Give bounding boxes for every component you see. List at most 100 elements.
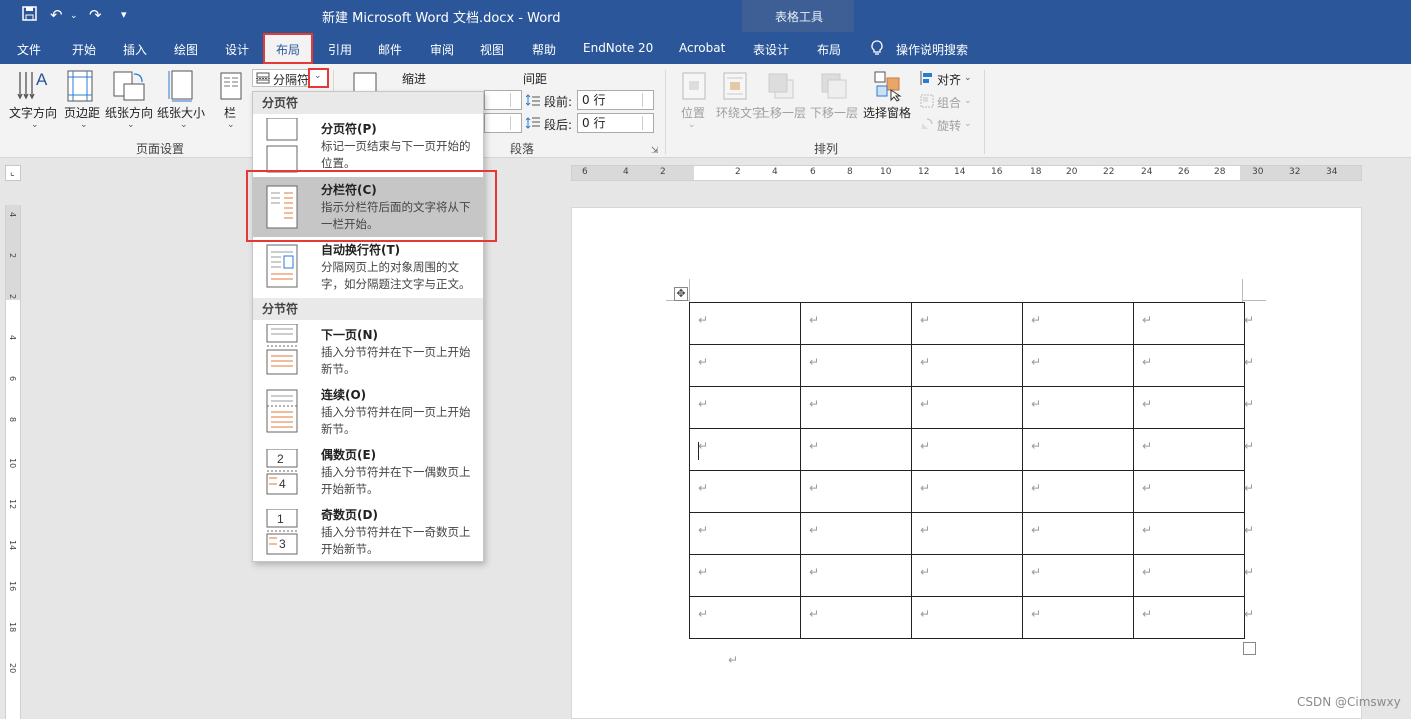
table-cell[interactable]: ↵ (911, 512, 1023, 555)
send-backward-button[interactable]: 下移一层 (810, 104, 858, 121)
next-page-desc: 插入分节符并在下一页上开始新节。 (321, 345, 471, 376)
table-cell[interactable]: ↵ (911, 344, 1023, 387)
margins-button[interactable]: 页边距 (64, 104, 100, 121)
table-cell[interactable]: ↵ (911, 428, 1023, 471)
tab-selector[interactable]: ⌞ (5, 165, 21, 181)
table-cell[interactable]: ↵ (1133, 344, 1245, 387)
orientation-button[interactable]: 纸张方向 (105, 104, 153, 121)
table-cell[interactable]: ↵ (800, 470, 912, 513)
position-button[interactable]: 位置 (681, 104, 705, 121)
table-cell[interactable]: ↵ (1022, 344, 1134, 387)
bring-forward-button[interactable]: 上移一层 (758, 104, 806, 121)
tell-me-search[interactable]: 操作说明搜索 (896, 41, 968, 58)
table-resize-handle[interactable] (1243, 642, 1256, 655)
table-cell[interactable]: ↵ (1022, 596, 1134, 639)
table-cell[interactable]: ↵ (1133, 428, 1245, 471)
text-wrapping-break-title[interactable]: 自动换行符(T) (321, 241, 400, 258)
table-cell[interactable]: ↵ (689, 386, 801, 429)
table-cell[interactable]: ↵ (1022, 428, 1134, 471)
tab-review[interactable]: 审阅 (430, 41, 454, 58)
undo-dropdown-icon[interactable]: ⌄ (70, 11, 78, 21)
svg-text:1: 1 (277, 512, 284, 526)
next-page-title[interactable]: 下一页(N) (321, 326, 378, 343)
table-cell[interactable]: ↵ (800, 512, 912, 555)
table-cell[interactable]: ↵ (911, 596, 1023, 639)
table-cell[interactable]: ↵ (911, 302, 1023, 345)
table-cell[interactable]: ↵ (800, 386, 912, 429)
tab-table-layout[interactable]: 布局 (817, 41, 841, 58)
table-cell[interactable]: ↵ (689, 596, 801, 639)
tab-file[interactable]: 文件 (17, 41, 41, 58)
tab-insert[interactable]: 插入 (123, 41, 147, 58)
table-cell[interactable]: ↵ (1133, 386, 1245, 429)
indent-right-input[interactable] (484, 113, 522, 133)
table-cell[interactable]: ↵ (800, 428, 912, 471)
tab-layout[interactable]: 布局 (263, 33, 313, 64)
customize-qat-icon[interactable]: ▾ (121, 8, 127, 21)
wrap-text-button[interactable]: 环绕文字 (716, 104, 764, 121)
table-cell[interactable]: ↵ (689, 470, 801, 513)
rotate-button[interactable]: 旋转 (937, 117, 961, 134)
tab-design[interactable]: 设计 (225, 41, 249, 58)
table-cell[interactable]: ↵ (1133, 596, 1245, 639)
columns-button[interactable]: 栏 (224, 104, 236, 121)
undo-icon[interactable]: ↶ (50, 6, 63, 24)
continuous-title[interactable]: 连续(O) (321, 386, 366, 403)
table-cell[interactable]: ↵ (1022, 302, 1134, 345)
group-objects-button[interactable]: 组合 (937, 94, 961, 111)
dialog-launcher-icon[interactable]: ⇲ (651, 146, 659, 156)
table-cell[interactable]: ↵ (1022, 386, 1134, 429)
continuous-icon (265, 389, 299, 433)
table-cell[interactable]: ↵ (911, 470, 1023, 513)
spacing-after-input[interactable]: 0 行 (577, 113, 654, 133)
table-cell[interactable]: ↵ (1022, 512, 1134, 555)
table-cell[interactable]: ↵ (1022, 554, 1134, 597)
align-button[interactable]: 对齐 (937, 71, 961, 88)
table-cell[interactable]: ↵ (800, 344, 912, 387)
document-table[interactable]: ↵ ↵ ↵ ↵ ↵ ↵ ↵ ↵ ↵ ↵ ↵ ↵ ↵ ↵ ↵ ↵ ↵ ↵ ↵ ↵ ↵ ↵ ↵ ↵ ↵ ↵ ↵ ↵ ↵ ↵ ↵ ↵ ↵ ↵ ↵ ↵ ↵ ↵ ↵ ↵ (689, 302, 1245, 639)
tab-view[interactable]: 视图 (480, 41, 504, 58)
chevron-down-icon: ⌄ (31, 120, 39, 130)
tab-endnote[interactable]: EndNote 20 (583, 41, 653, 55)
tab-references[interactable]: 引用 (328, 41, 352, 58)
table-cell[interactable]: ↵ (911, 554, 1023, 597)
table-move-handle[interactable]: ✥ (674, 287, 688, 301)
indent-left-input[interactable] (484, 90, 522, 110)
lightbulb-icon[interactable] (870, 40, 884, 56)
table-cell[interactable]: ↵ (1133, 512, 1245, 555)
text-direction-button[interactable]: 文字方向 (9, 104, 57, 121)
table-cell[interactable]: ↵ (689, 344, 801, 387)
continuous-desc: 插入分节符并在同一页上开始新节。 (321, 405, 471, 436)
horizontal-ruler[interactable] (571, 165, 1362, 181)
page-break-title[interactable]: 分页符(P) (321, 120, 377, 137)
tab-help[interactable]: 帮助 (532, 41, 556, 58)
breaks-dropdown-icon[interactable]: ⌄ (314, 71, 322, 81)
save-icon[interactable] (22, 6, 37, 25)
table-cell[interactable]: ↵ (689, 302, 801, 345)
selection-pane-button[interactable]: 选择窗格 (863, 104, 911, 121)
spacing-after-label: 段后: (544, 118, 573, 132)
table-cell[interactable]: ↵ (689, 512, 801, 555)
tab-draw[interactable]: 绘图 (174, 41, 198, 58)
table-cell[interactable]: ↵ (1133, 554, 1245, 597)
ruler-tick-label: 2 (735, 167, 741, 177)
table-cell[interactable]: ↵ (1022, 470, 1134, 513)
spacing-before-input[interactable]: 0 行 (577, 90, 654, 110)
redo-icon[interactable]: ↷ (89, 6, 102, 24)
table-cell[interactable]: ↵ (1133, 302, 1245, 345)
tab-mailings[interactable]: 邮件 (378, 41, 402, 58)
tab-acrobat[interactable]: Acrobat (679, 41, 725, 55)
table-cell[interactable]: ↵ (689, 428, 801, 471)
table-cell[interactable]: ↵ (800, 596, 912, 639)
paper-size-button[interactable]: 纸张大小 (157, 104, 205, 121)
tab-home[interactable]: 开始 (72, 41, 96, 58)
page-break-desc: 标记一页结束与下一页开始的位置。 (321, 139, 471, 168)
table-cell[interactable]: ↵ (800, 554, 912, 597)
table-cell[interactable]: ↵ (800, 302, 912, 345)
odd-page-title[interactable]: 奇数页(D) (321, 506, 378, 523)
table-cell[interactable]: ↵ (1133, 470, 1245, 513)
tab-table-design[interactable]: 表设计 (753, 41, 789, 58)
table-cell[interactable]: ↵ (911, 386, 1023, 429)
even-page-title[interactable]: 偶数页(E) (321, 446, 376, 463)
table-cell[interactable]: ↵ (689, 554, 801, 597)
